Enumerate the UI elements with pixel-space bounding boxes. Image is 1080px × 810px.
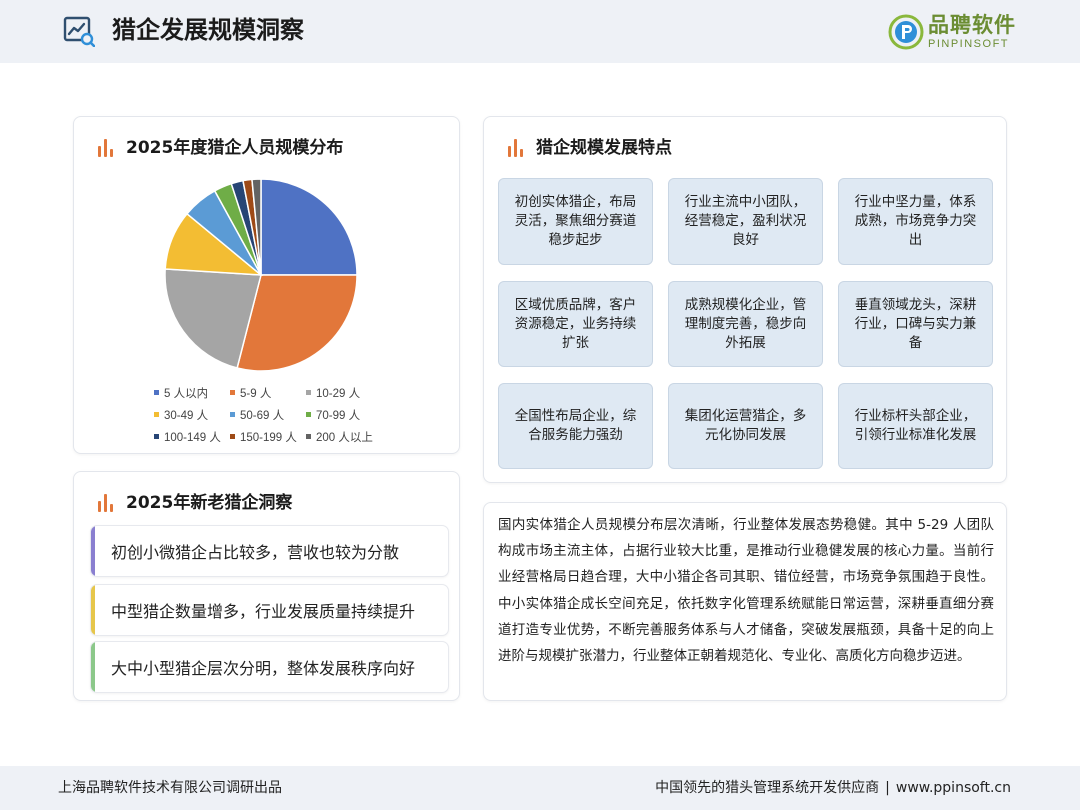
insight-item: 大中小型猎企层次分明，整体发展秩序向好 — [90, 641, 449, 693]
pie-chart — [164, 178, 358, 372]
footer-tagline: 中国领先的猎头管理系统开发供应商 | www.ppinsoft.cn — [655, 778, 1011, 798]
footer-separator: | — [885, 780, 890, 796]
legend-label: 70-99 人 — [316, 410, 361, 422]
insight-card: 2025年新老猎企洞察 初创小微猎企占比较多，营收也较为分散 中型猎企数量增多，… — [73, 471, 460, 701]
legend-swatch — [154, 390, 159, 396]
legend-swatch — [230, 434, 235, 440]
legend-item: 70-99 人 — [306, 409, 360, 423]
legend-label: 200 人以上 — [316, 432, 373, 444]
legend-swatch — [230, 390, 235, 396]
feature-tile: 区域优质品牌，客户资源稳定，业务持续扩张 — [498, 281, 653, 367]
pie-card-header: 2025年度猎企人员规模分布 — [98, 135, 343, 161]
brand-logo: 品聘软件 PINPINSOFT — [888, 12, 1028, 52]
feature-tile: 集团化运营猎企，多元化协同发展 — [668, 383, 823, 469]
analytics-chart-icon — [63, 16, 95, 47]
pie-card-title: 2025年度猎企人员规模分布 — [126, 138, 344, 158]
legend-label: 50-69 人 — [240, 410, 285, 422]
insight-card-header: 2025年新老猎企洞察 — [98, 490, 292, 516]
summary-paragraph: 国内实体猎企人员规模分布层次清晰，行业整体发展态势稳健。其中 5-29 人团队构… — [498, 517, 994, 665]
legend-label: 5 人以内 — [164, 388, 209, 400]
legend-item: 30-49 人 — [154, 409, 208, 423]
features-card: 猎企规模发展特点 初创实体猎企，布局灵活，聚焦细分赛道稳步起步 行业主流中小团队… — [483, 116, 1007, 483]
footer: 上海品聘软件技术有限公司调研出品 中国领先的猎头管理系统开发供应商 | www.pp… — [0, 766, 1080, 810]
logo-p-icon — [888, 14, 924, 50]
features-card-title: 猎企规模发展特点 — [536, 138, 672, 158]
logo-text-en: PINPINSOFT — [928, 38, 1010, 50]
legend-label: 150-199 人 — [240, 432, 297, 444]
page-title: 猎企发展规模洞察 — [112, 16, 304, 44]
feature-tile: 初创实体猎企，布局灵活，聚焦细分赛道稳步起步 — [498, 178, 653, 265]
bar-chart-icon — [508, 139, 524, 157]
legend-item: 5 人以内 — [154, 387, 208, 401]
legend-swatch — [154, 434, 159, 440]
legend-swatch — [230, 412, 235, 418]
legend-item: 200 人以上 — [306, 431, 373, 445]
legend-swatch — [306, 412, 311, 418]
legend-label: 5-9 人 — [240, 388, 272, 400]
header: 猎企发展规模洞察 品聘软件 PINPINSOFT — [0, 0, 1080, 63]
legend-item: 100-149 人 — [154, 431, 221, 445]
footer-website-link[interactable]: www.ppinsoft.cn — [896, 780, 1011, 796]
legend-label: 100-149 人 — [164, 432, 221, 444]
pie-slice — [260, 178, 358, 276]
pie-chart-card: 2025年度猎企人员规模分布 5 人以内 5-9 人 10-29 人 30-49 人 5… — [73, 116, 460, 454]
insight-card-title: 2025年新老猎企洞察 — [126, 493, 293, 513]
bar-chart-icon — [98, 494, 114, 512]
feature-tile: 全国性布局企业，综合服务能力强劲 — [498, 383, 653, 469]
insight-item: 中型猎企数量增多，行业发展质量持续提升 — [90, 584, 449, 636]
legend-item: 50-69 人 — [230, 409, 284, 423]
feature-tile: 垂直领域龙头，深耕行业，口碑与实力兼备 — [838, 281, 993, 367]
feature-tile: 行业中坚力量，体系成熟，市场竞争力突出 — [838, 178, 993, 265]
footer-slogan: 中国领先的猎头管理系统开发供应商 — [655, 780, 880, 796]
legend-item: 5-9 人 — [230, 387, 271, 401]
summary-card: 国内实体猎企人员规模分布层次清晰，行业整体发展态势稳健。其中 5-29 人团队构… — [483, 502, 1007, 701]
feature-tile: 行业主流中小团队，经营稳定，盈利状况良好 — [668, 178, 823, 265]
legend-label: 10-29 人 — [316, 388, 361, 400]
legend-item: 10-29 人 — [306, 387, 360, 401]
legend-label: 30-49 人 — [164, 410, 209, 422]
feature-tile: 成熟规模化企业，管理制度完善，稳步向外拓展 — [668, 281, 823, 367]
footer-company: 上海品聘软件技术有限公司调研出品 — [58, 780, 282, 796]
feature-tile: 行业标杆头部企业，引领行业标准化发展 — [838, 383, 993, 469]
features-card-header: 猎企规模发展特点 — [508, 135, 672, 161]
legend-swatch — [306, 390, 311, 396]
legend-swatch — [154, 412, 159, 418]
legend-swatch — [306, 434, 311, 440]
insight-item: 初创小微猎企占比较多，营收也较为分散 — [90, 525, 449, 577]
bar-chart-icon — [98, 139, 114, 157]
logo-text-cn: 品聘软件 — [928, 13, 1016, 37]
legend-item: 150-199 人 — [230, 431, 297, 445]
